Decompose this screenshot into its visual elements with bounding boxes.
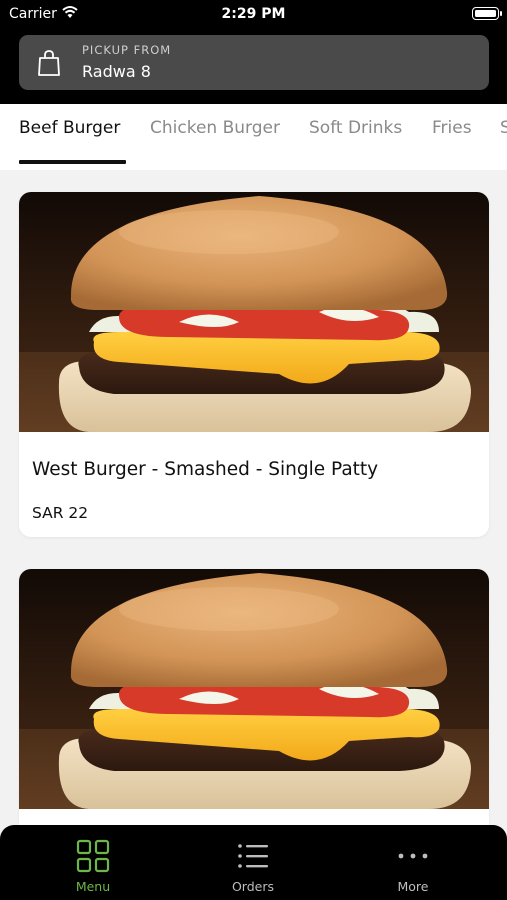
product-image bbox=[19, 569, 489, 809]
status-time: 2:29 PM bbox=[221, 6, 286, 22]
tab-fries[interactable]: Fries bbox=[432, 118, 472, 138]
status-bar: Carrier 2:29 PM bbox=[0, 0, 507, 28]
nav-menu-label: Menu bbox=[75, 879, 111, 894]
nav-more-label: More bbox=[397, 879, 429, 894]
tab-next-category[interactable]: S bbox=[500, 118, 507, 138]
grid-icon bbox=[76, 839, 110, 873]
product-card[interactable] bbox=[19, 569, 489, 869]
category-tabs: Beef Burger Chicken Burger Soft Drinks F… bbox=[0, 104, 507, 170]
header: Carrier 2:29 PM PICKUP FROM Radwa 8 bbox=[0, 0, 507, 104]
battery-icon bbox=[472, 7, 502, 20]
list-icon bbox=[238, 844, 268, 868]
nav-orders[interactable]: Orders bbox=[193, 825, 313, 900]
nav-menu[interactable]: Menu bbox=[33, 825, 153, 900]
more-dots-icon bbox=[398, 853, 428, 859]
product-image bbox=[19, 192, 489, 432]
product-card[interactable]: West Burger - Smashed - Single Patty SAR… bbox=[19, 192, 489, 537]
nav-orders-label: Orders bbox=[231, 879, 275, 894]
pickup-label: PICKUP FROM bbox=[82, 43, 172, 57]
product-name: West Burger - Smashed - Single Patty bbox=[32, 459, 379, 480]
nav-more[interactable]: More bbox=[353, 825, 473, 900]
product-price: SAR 22 bbox=[32, 504, 89, 522]
pickup-location-selector[interactable]: PICKUP FROM Radwa 8 bbox=[19, 35, 489, 90]
tab-soft-drinks[interactable]: Soft Drinks bbox=[309, 118, 402, 138]
shopping-bag-icon bbox=[37, 49, 61, 81]
tab-chicken-burger[interactable]: Chicken Burger bbox=[150, 118, 280, 138]
active-tab-indicator bbox=[19, 160, 126, 164]
tab-beef-burger[interactable]: Beef Burger bbox=[19, 118, 120, 138]
pickup-location: Radwa 8 bbox=[82, 62, 151, 81]
bottom-navigation: Menu Orders More bbox=[0, 825, 507, 900]
